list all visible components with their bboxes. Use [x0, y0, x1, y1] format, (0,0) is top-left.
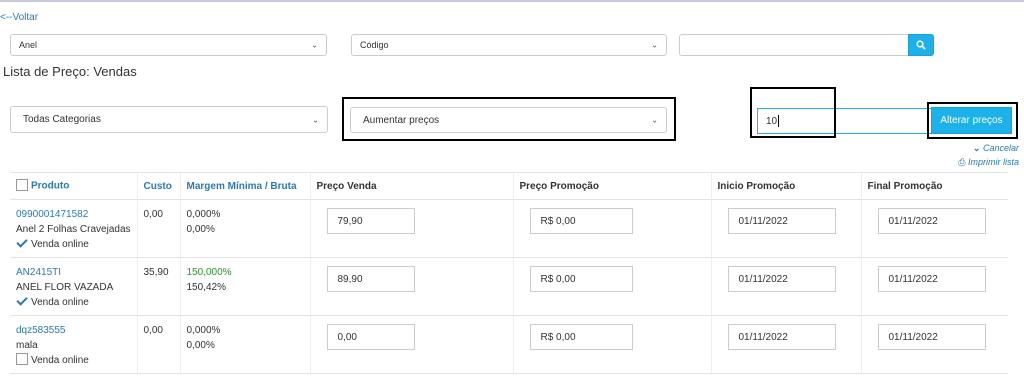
inicio-promocao-input[interactable]: 01/11/2022: [727, 324, 836, 350]
product-code-link[interactable]: 0990001471582: [16, 209, 88, 220]
preco-venda-input[interactable]: 79,90: [326, 208, 415, 234]
action-select-value: Aumentar preços: [363, 114, 440, 126]
select-all-checkbox[interactable]: [16, 179, 28, 191]
action-select[interactable]: Aumentar preços ⌄: [350, 107, 667, 133]
top-border: [0, 0, 1024, 2]
margem-bruta-value: 0,00%: [186, 224, 215, 235]
final-promocao-input[interactable]: 01/11/2022: [877, 324, 986, 350]
header-preco-promocao: Preço Promoção: [512, 172, 711, 200]
header-custo[interactable]: Custo: [136, 172, 180, 200]
printer-icon: ⎙: [958, 157, 966, 167]
header-produto[interactable]: Produto: [10, 172, 137, 200]
table-header-row: Produto Custo Margem Mínima / Bruta Preç…: [10, 172, 1008, 200]
custo-value: 0,00: [143, 209, 163, 220]
search-input[interactable]: [679, 34, 909, 56]
category-select[interactable]: Todas Categorias ⌄: [10, 106, 328, 133]
page-title: Lista de Preço: Vendas: [3, 64, 137, 79]
field-select-value: Código: [360, 40, 389, 50]
product-name: mala: [16, 340, 38, 351]
chevron-down-icon: ⌄: [312, 115, 319, 124]
search-button[interactable]: [908, 34, 934, 56]
field-select[interactable]: Código ⌄: [351, 34, 667, 56]
final-promocao-input[interactable]: 01/11/2022: [877, 266, 986, 292]
preco-promocao-input[interactable]: R$ 0,00: [529, 324, 633, 350]
online-label: Venda online: [31, 297, 89, 308]
margem-bruta-value: 0,00%: [186, 340, 215, 351]
category-select-value: Todas Categorias: [23, 114, 101, 125]
cancel-link[interactable]: ⌄ Cancelar: [973, 143, 1019, 154]
header-inicio-promocao: Inicio Promoção: [710, 172, 861, 200]
product-code-link[interactable]: dqz583555: [16, 325, 66, 336]
amount-input-value: 10: [766, 115, 778, 127]
custo-value: 35,90: [143, 267, 169, 278]
product-name: ANEL FLOR VAZADA: [16, 282, 114, 293]
online-label: Venda online: [31, 239, 89, 250]
inicio-promocao-input[interactable]: 01/11/2022: [727, 208, 836, 234]
table-row: 0990001471582 Anel 2 Folhas Cravejadas V…: [10, 199, 1008, 258]
product-name: Anel 2 Folhas Cravejadas: [16, 224, 131, 235]
preco-promocao-input[interactable]: R$ 0,00: [529, 208, 633, 234]
chevron-down-icon: ⌄: [311, 40, 318, 50]
search-icon: [916, 40, 926, 50]
online-label: Venda online: [31, 355, 89, 366]
price-table: Produto Custo Margem Mínima / Bruta Preç…: [10, 172, 1008, 374]
header-margem[interactable]: Margem Mínima / Bruta: [179, 172, 310, 200]
print-label: Imprimir lista: [968, 157, 1019, 167]
back-link[interactable]: <--Voltar: [0, 12, 38, 23]
margem-min-value: 150,000%: [186, 267, 232, 278]
chevron-down-icon: ⌄: [972, 143, 981, 153]
online-checkbox[interactable]: [16, 237, 28, 249]
preco-venda-input[interactable]: 89,90: [326, 266, 415, 292]
final-promocao-input[interactable]: 01/11/2022: [877, 208, 986, 234]
custo-value: 0,00: [143, 325, 163, 336]
inicio-promocao-input[interactable]: 01/11/2022: [727, 266, 836, 292]
cancel-label: Cancelar: [982, 143, 1019, 153]
chevron-down-icon: ⌄: [651, 115, 658, 125]
margem-bruta-value: 150,42%: [186, 282, 226, 293]
margem-min-value: 0,000%: [186, 325, 221, 336]
online-checkbox[interactable]: [16, 295, 28, 307]
online-checkbox[interactable]: [16, 353, 28, 366]
amount-input[interactable]: 10: [757, 108, 932, 134]
apply-price-button[interactable]: Alterar preços: [931, 107, 1012, 134]
product-select[interactable]: Anel ⌄: [10, 34, 327, 56]
product-select-value: Anel: [19, 40, 38, 50]
product-code-link[interactable]: AN2415TI: [16, 267, 61, 278]
margem-min-value: 0,000%: [186, 209, 221, 220]
table-row: dqz583555 mala Venda online 0,00 0,000% …: [10, 315, 1008, 374]
table-row: AN2415TI ANEL FLOR VAZADA Venda online 3…: [10, 257, 1008, 316]
header-preco-venda: Preço Venda: [309, 172, 513, 200]
header-final-promocao: Final Promoção: [860, 172, 1008, 200]
chevron-down-icon: ⌄: [651, 40, 658, 50]
print-link[interactable]: ⎙ Imprimir lista: [958, 157, 1019, 168]
preco-promocao-input[interactable]: R$ 0,00: [529, 266, 633, 292]
header-produto-label: Produto: [31, 180, 70, 192]
preco-venda-input[interactable]: 0,00: [326, 324, 415, 350]
